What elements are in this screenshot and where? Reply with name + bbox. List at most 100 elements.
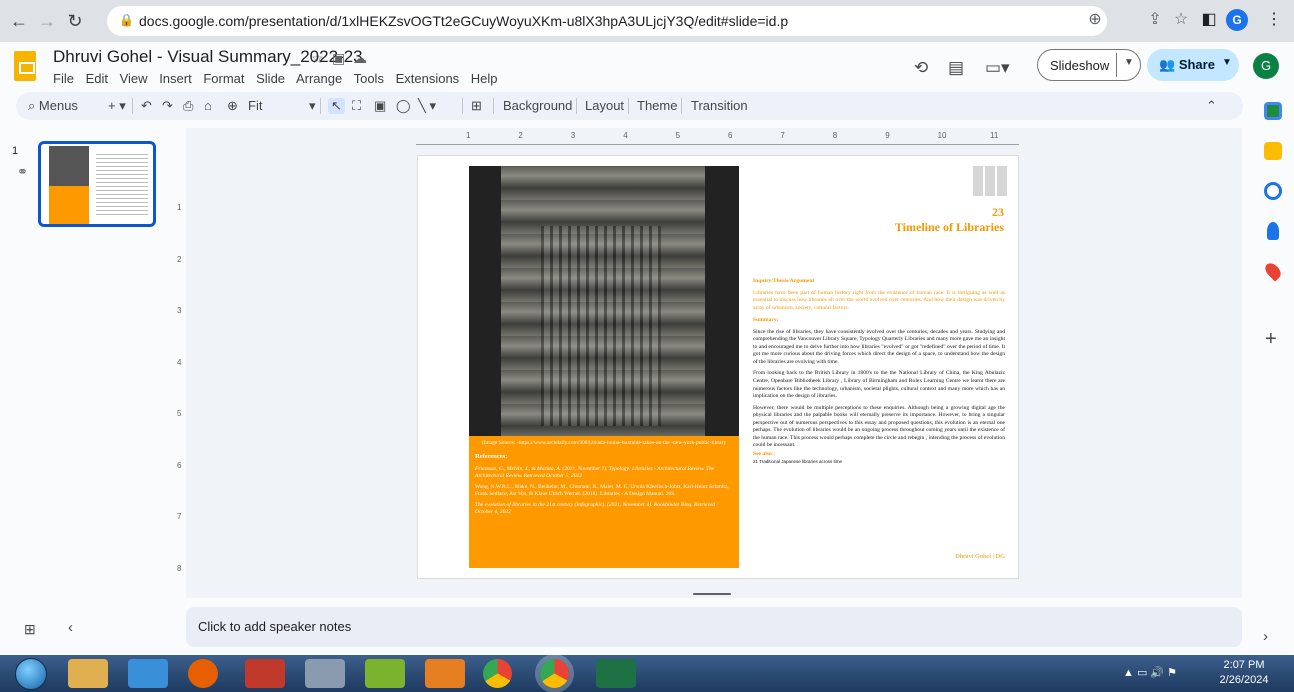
chevron-down-icon[interactable]: ▼ — [1222, 57, 1232, 68]
slide-title[interactable]: Timeline of Libraries — [838, 220, 1004, 235]
firefox-icon[interactable] — [188, 659, 218, 688]
grid-view-icon[interactable]: ⊞ — [24, 621, 36, 638]
chrome-icon[interactable] — [483, 659, 512, 688]
slide[interactable]: (Image Source: -https://www.archdaily.co… — [417, 155, 1019, 579]
file-explorer-icon[interactable] — [68, 659, 108, 688]
layout-button[interactable]: Layout — [585, 98, 624, 113]
collapse-filmstrip-icon[interactable]: ‹ — [68, 619, 73, 636]
divider — [628, 98, 629, 114]
excel-icon[interactable] — [596, 659, 636, 688]
browser-menu-icon[interactable]: ⋮ — [1262, 9, 1286, 29]
divider — [462, 98, 463, 114]
maps-icon[interactable] — [1262, 260, 1284, 282]
menu-slide[interactable]: Slide — [256, 71, 285, 86]
comments-icon[interactable]: ▤ — [948, 58, 964, 78]
search-menus-button[interactable]: ⌕ Menus — [28, 98, 78, 114]
link-icon: ⚭ — [17, 164, 28, 179]
account-avatar[interactable]: G — [1253, 53, 1279, 79]
browser-profile-avatar[interactable]: G — [1226, 9, 1248, 31]
zoom-icon[interactable]: ⊕ — [227, 98, 238, 114]
resize-handle[interactable] — [693, 593, 731, 595]
share-page-icon[interactable]: ⇪ — [1143, 9, 1167, 29]
calendar-icon[interactable] — [1264, 102, 1282, 120]
slideshow-button[interactable]: Slideshow ▼ — [1037, 49, 1141, 81]
divider — [493, 98, 494, 114]
slides-logo-icon[interactable] — [14, 51, 36, 81]
image-icon[interactable]: ▣ — [374, 98, 386, 114]
redo-icon[interactable]: ↷ — [162, 98, 173, 114]
clock[interactable]: 2:07 PM 2/26/2024 — [1214, 658, 1274, 688]
app-icon[interactable] — [365, 659, 405, 688]
system-tray[interactable]: ▲ ▭ 🔊 ⚑ — [1123, 666, 1177, 679]
undo-icon[interactable]: ↶ — [141, 98, 152, 114]
snipping-tool-icon[interactable] — [305, 659, 345, 688]
forward-icon[interactable]: → — [34, 8, 60, 34]
divider — [132, 98, 133, 114]
speaker-notes[interactable]: Click to add speaker notes — [186, 607, 1242, 647]
menu-help[interactable]: Help — [471, 71, 498, 86]
version-history-icon[interactable]: ⟲ — [914, 58, 928, 78]
address-bar[interactable]: 🔒 docs.google.com/presentation/d/1xlHEKZ… — [107, 6, 1107, 36]
side-panel: + — [1252, 92, 1294, 652]
transition-button[interactable]: Transition — [691, 98, 748, 113]
collapse-toolbar-icon[interactable]: ⌃ — [1206, 98, 1217, 114]
share-label: 👥 Share — [1159, 57, 1215, 72]
background-button[interactable]: Background — [503, 98, 572, 113]
zoom-icon[interactable]: ⊕ — [1083, 9, 1107, 29]
sidepanel-icon[interactable]: ◧ — [1197, 9, 1221, 29]
star-icon[interactable]: ☆ — [311, 50, 324, 67]
new-slide-icon[interactable]: + ▾ — [108, 98, 126, 114]
expand-side-panel-icon[interactable]: › — [1263, 628, 1268, 645]
ruler-tick-label: 5 — [177, 409, 182, 418]
menu-edit[interactable]: Edit — [86, 71, 108, 86]
menu-tools[interactable]: Tools — [354, 71, 384, 86]
menu-file[interactable]: File — [53, 71, 74, 86]
bookmark-star-icon[interactable]: ☆ — [1169, 9, 1193, 29]
chevron-down-icon[interactable]: ▾ — [309, 98, 316, 114]
menu-extensions[interactable]: Extensions — [396, 71, 460, 86]
slide-thumbnail[interactable] — [38, 141, 156, 227]
ruler-tick-label: 1 — [177, 203, 182, 212]
ruler-tick-label: 6 — [177, 460, 182, 470]
meet-icon[interactable]: ▭▾ — [985, 58, 1010, 78]
ruler-tick-label: 8 — [177, 563, 182, 573]
theme-button[interactable]: Theme — [637, 98, 677, 113]
ruler-tick-label: 7 — [177, 512, 182, 521]
add-on-plus-icon[interactable]: + — [1265, 328, 1277, 351]
see-also-text: 21 Traditional Japanese libraries across… — [753, 459, 843, 465]
tasks-icon[interactable] — [1264, 182, 1282, 200]
address-text: docs.google.com/presentation/d/1xlHEKZsv… — [139, 13, 789, 29]
slide-body-text[interactable]: Inquiry/Thesis/Argument Libraries have b… — [753, 273, 1005, 470]
zoom-select[interactable]: Fit — [248, 98, 262, 113]
summary-paragraph-3: However, there would be multiple percept… — [753, 404, 1005, 449]
select-cursor-icon[interactable]: ↖ — [328, 98, 345, 114]
library-photo[interactable] — [469, 166, 739, 436]
ruler-tick-label: 9 — [885, 131, 890, 140]
menu-insert[interactable]: Insert — [159, 71, 192, 86]
print-icon[interactable]: ⎙ — [183, 98, 193, 114]
slide-footer: Dhruvi Gohel | DG — [955, 553, 1005, 560]
contacts-icon[interactable] — [1267, 222, 1279, 240]
comment-add-icon[interactable]: ⊞ — [471, 98, 482, 114]
internet-explorer-icon[interactable] — [128, 659, 168, 688]
shape-icon[interactable]: ◯ — [396, 98, 411, 114]
menu-view[interactable]: View — [120, 71, 148, 86]
share-button[interactable]: 👥 Share ▼ — [1147, 49, 1239, 81]
menu-arrange[interactable]: Arrange — [296, 71, 342, 86]
back-icon[interactable]: ← — [6, 8, 32, 34]
cloud-status-icon[interactable]: ☁ — [353, 50, 367, 67]
references-box[interactable]: (Image Source: -https://www.archdaily.co… — [469, 436, 739, 568]
line-icon[interactable]: ╲ ▾ — [418, 98, 436, 114]
app-icon[interactable] — [425, 659, 465, 688]
menu-format[interactable]: Format — [203, 71, 244, 86]
start-button-icon[interactable] — [15, 658, 47, 690]
chevron-down-icon[interactable]: ▼ — [1124, 57, 1134, 68]
reload-icon[interactable]: ↻ — [62, 8, 88, 34]
app-icon[interactable] — [245, 659, 285, 688]
move-folder-icon[interactable]: ▣ — [332, 50, 345, 67]
select-frame-icon[interactable]: ⛶ — [352, 98, 361, 114]
ruler-tick-label: 6 — [728, 131, 733, 140]
paint-format-icon[interactable]: ⌂ — [204, 98, 212, 113]
chrome-profile-icon[interactable] — [540, 659, 569, 688]
keep-icon[interactable] — [1264, 142, 1282, 160]
